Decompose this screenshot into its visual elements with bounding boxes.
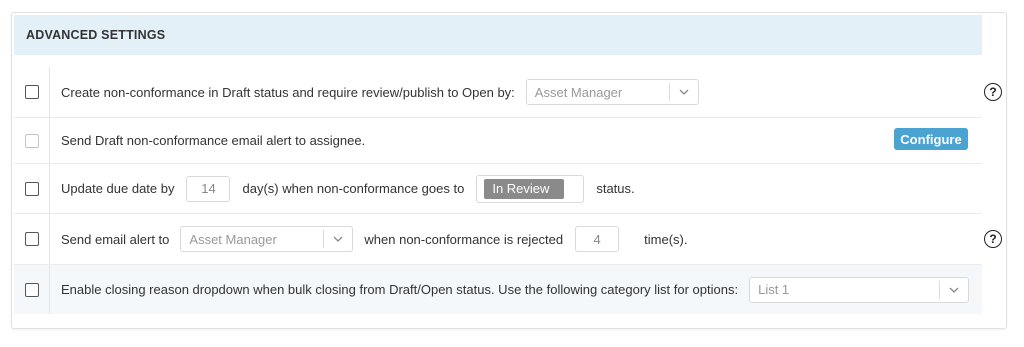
rejected-alert-label-before: Send email alert to — [61, 231, 170, 247]
rejected-recipient-value: Asset Manager — [189, 231, 277, 247]
status-pill: In Review — [484, 178, 565, 199]
closing-reason-checkbox[interactable] — [24, 282, 39, 297]
draft-reviewer-select[interactable]: Asset Manager — [525, 79, 699, 105]
rejected-alert-label-after: time(s). — [644, 231, 688, 247]
rejected-alert-label-middle: when non-conformance is rejected — [364, 231, 564, 247]
chevron-down-icon — [940, 287, 968, 293]
help-icon[interactable]: ? — [984, 230, 1002, 248]
draft-email-label: Send Draft non-conformance email alert t… — [61, 133, 366, 148]
category-list-select[interactable]: List 1 — [749, 276, 970, 303]
row-closing-reason: Enable closing reason dropdown when bulk… — [14, 265, 982, 314]
due-date-label-middle: day(s) when non-conformance goes to — [242, 181, 465, 196]
draft-status-label: Create non-conformance in Draft status a… — [61, 84, 515, 100]
closing-reason-label: Enable closing reason dropdown when bulk… — [61, 282, 739, 297]
draft-email-checkbox[interactable] — [24, 133, 39, 148]
rejected-alert-checkbox[interactable] — [24, 232, 39, 246]
row-due-date: Update due date by 14 day(s) when non-co… — [14, 164, 982, 214]
row-rejected-alert: Send email alert to Asset Manager when n… — [14, 214, 1002, 265]
row-draft-status: Create non-conformance in Draft status a… — [14, 67, 1002, 118]
draft-status-checkbox[interactable] — [24, 85, 39, 99]
due-date-checkbox[interactable] — [24, 181, 39, 196]
due-date-label-before: Update due date by — [61, 181, 175, 196]
chevron-down-icon — [670, 89, 698, 95]
section-title: ADVANCED SETTINGS — [26, 28, 166, 42]
category-list-value: List 1 — [758, 282, 790, 297]
section-header: ADVANCED SETTINGS — [14, 15, 982, 55]
chevron-down-icon — [324, 236, 352, 242]
rejected-recipient-select[interactable]: Asset Manager — [180, 226, 354, 252]
row-draft-email: Send Draft non-conformance email alert t… — [14, 118, 982, 164]
draft-reviewer-value: Asset Manager — [534, 84, 623, 100]
due-days-input[interactable]: 14 — [186, 175, 231, 202]
configure-button[interactable]: Configure — [894, 128, 968, 150]
help-icon[interactable]: ? — [984, 83, 1002, 101]
due-date-label-after: status. — [596, 181, 635, 196]
rejected-times-input[interactable]: 4 — [575, 226, 620, 252]
status-select[interactable]: In Review — [476, 174, 585, 203]
